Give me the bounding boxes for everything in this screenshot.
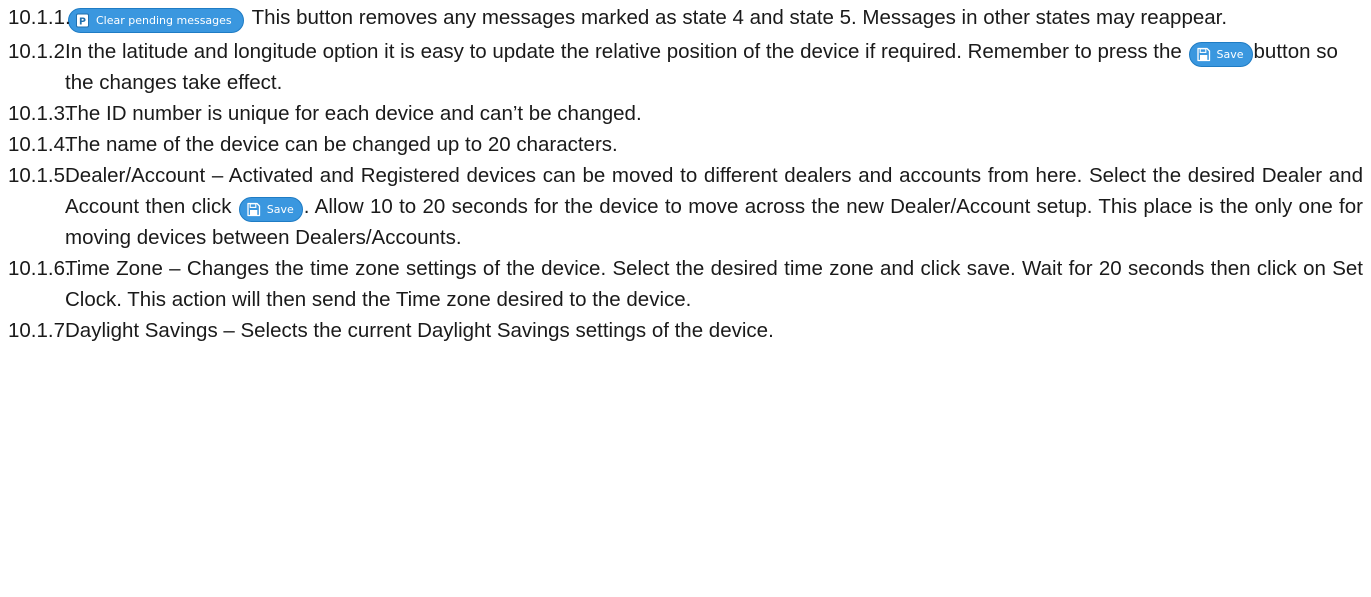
floppy-disk-icon bbox=[247, 202, 260, 217]
item-number: 10.1.2. bbox=[8, 40, 71, 63]
clear-pending-messages-label: Clear pending messages bbox=[96, 14, 232, 27]
save-button[interactable]: Save bbox=[1188, 42, 1253, 67]
item-number: 10.1.4. bbox=[8, 133, 71, 156]
item-number: 10.1.5. bbox=[8, 164, 71, 187]
floppy-disk-icon bbox=[1196, 47, 1210, 62]
item-text: The name of the device can be changed up… bbox=[65, 133, 618, 156]
item-number: 10.1.6. bbox=[8, 257, 71, 280]
document-page: 10.1.1. P Clear pending messages This bu… bbox=[0, 0, 1371, 597]
item-number: 10.1.1. bbox=[8, 6, 71, 29]
svg-text:P: P bbox=[79, 16, 86, 27]
list-item-10-1-4: 10.1.4. The name of the device can be ch… bbox=[8, 129, 1363, 160]
item-text: Time Zone – Changes the time zone settin… bbox=[65, 257, 1363, 311]
item-text-before: In the latitude and longitude option it … bbox=[65, 40, 1182, 63]
list-item-10-1-1: 10.1.1. P Clear pending messages This bu… bbox=[8, 2, 1363, 33]
item-text: The ID number is unique for each device … bbox=[65, 102, 642, 125]
pending-page-icon: P bbox=[76, 13, 89, 28]
save-button[interactable]: Save bbox=[238, 197, 303, 222]
list-item-10-1-7: 10.1.7. Daylight Savings – Selects the c… bbox=[8, 315, 1363, 346]
item-text: Daylight Savings – Selects the current D… bbox=[65, 319, 774, 342]
save-button-label: Save bbox=[266, 203, 294, 216]
list-item-10-1-2: 10.1.2. In the latitude and longitude op… bbox=[8, 36, 1363, 98]
list-item-10-1-5: 10.1.5. Dealer/Account – Activated and R… bbox=[8, 160, 1363, 253]
item-number: 10.1.3. bbox=[8, 102, 71, 125]
list-item-10-1-3: 10.1.3. The ID number is unique for each… bbox=[8, 98, 1363, 129]
item-text: This button removes any messages marked … bbox=[251, 6, 1228, 29]
item-number: 10.1.7. bbox=[8, 319, 71, 342]
list-item-10-1-6: 10.1.6. Time Zone – Changes the time zon… bbox=[8, 253, 1363, 315]
save-button-label: Save bbox=[1216, 48, 1244, 61]
clear-pending-messages-button[interactable]: P Clear pending messages bbox=[68, 8, 244, 33]
